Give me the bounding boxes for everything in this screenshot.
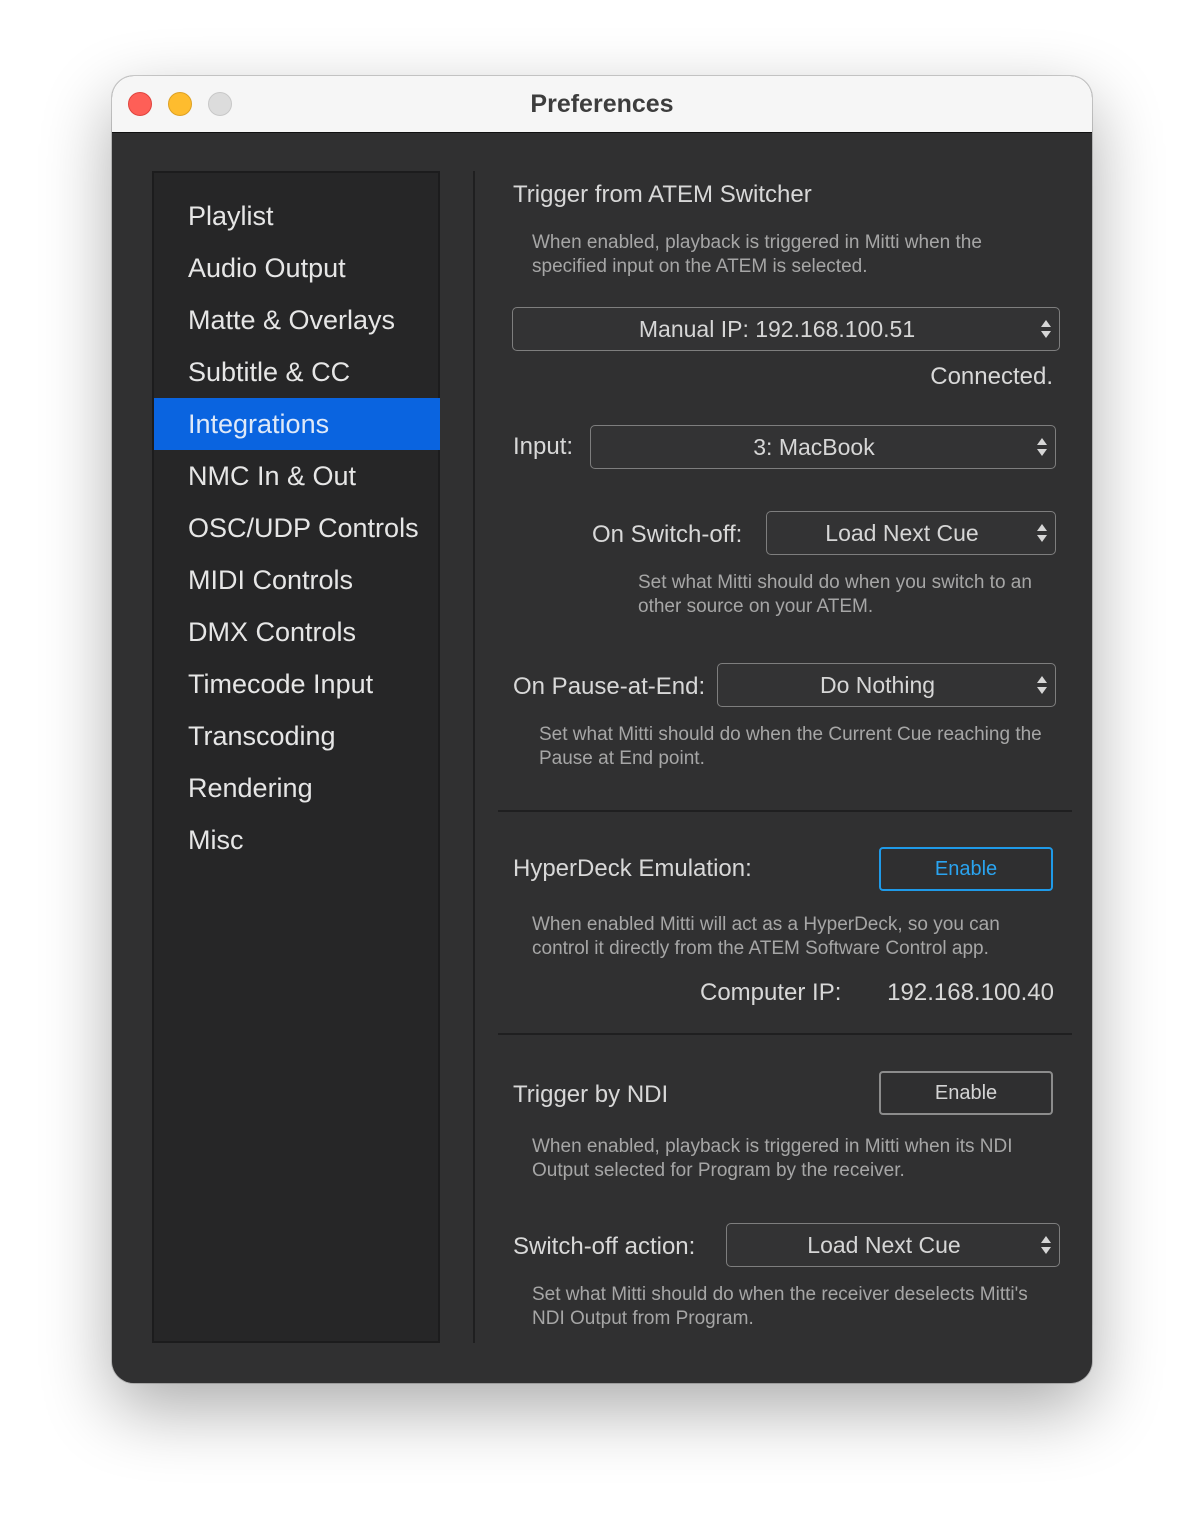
- computer-ip-value: 192.168.100.40: [887, 979, 1054, 1006]
- ndi-enable-button[interactable]: Enable: [879, 1071, 1053, 1115]
- sidebar-item-midi-controls[interactable]: MIDI Controls: [154, 554, 440, 606]
- sidebar-item-matte-overlays[interactable]: Matte & Overlays: [154, 294, 440, 346]
- atem-input-label: Input:: [513, 433, 574, 460]
- sidebar: Playlist Audio Output Matte & Overlays S…: [152, 171, 440, 1343]
- atem-pause-value: Do Nothing: [819, 672, 936, 698]
- atem-connection-status: Connected.: [930, 363, 1053, 390]
- ndi-heading: Trigger by NDI: [513, 1081, 669, 1108]
- atem-connection-select[interactable]: Manual IP: 192.168.100.51: [512, 307, 1060, 351]
- stepper-arrows-icon: [1041, 1236, 1051, 1254]
- sidebar-item-nmc-in-out[interactable]: NMC In & Out: [154, 450, 440, 502]
- atem-input-value: 3: MacBook: [753, 434, 875, 460]
- atem-pause-label: On Pause-at-End:: [513, 673, 706, 700]
- sidebar-item-transcoding[interactable]: Transcoding: [154, 710, 440, 762]
- ndi-switch-off-select[interactable]: Load Next Cue: [726, 1223, 1060, 1267]
- hyperdeck-enable-button[interactable]: Enable: [879, 847, 1053, 891]
- computer-ip-label: Computer IP:: [700, 979, 842, 1006]
- atem-switch-off-select[interactable]: Load Next Cue: [766, 511, 1056, 555]
- window-title: Preferences: [530, 90, 674, 118]
- stepper-arrows-icon: [1041, 320, 1051, 338]
- ndi-switch-off-value: Load Next Cue: [807, 1232, 961, 1258]
- hyperdeck-description: When enabled Mitti will act as a HyperDe…: [532, 914, 1000, 959]
- sidebar-item-timecode-input[interactable]: Timecode Input: [154, 658, 440, 710]
- sidebar-item-rendering[interactable]: Rendering: [154, 762, 440, 814]
- sidebar-item-misc[interactable]: Misc: [154, 814, 440, 866]
- preferences-content: Playlist Audio Output Matte & Overlays S…: [112, 133, 1092, 1383]
- section-divider: [498, 1033, 1072, 1035]
- sidebar-item-subtitle-cc[interactable]: Subtitle & CC: [154, 346, 440, 398]
- atem-switch-off-value: Load Next Cue: [825, 520, 979, 546]
- stepper-arrows-icon: [1037, 524, 1047, 542]
- ndi-switch-off-label: Switch-off action:: [513, 1233, 696, 1260]
- vertical-divider: [473, 171, 475, 1343]
- sidebar-item-integrations[interactable]: Integrations: [154, 398, 440, 450]
- atem-input-select[interactable]: 3: MacBook: [590, 425, 1056, 469]
- atem-connection-value: Manual IP: 192.168.100.51: [638, 316, 916, 342]
- atem-switch-off-label: On Switch-off:: [592, 521, 743, 548]
- hyperdeck-heading: HyperDeck Emulation:: [513, 855, 752, 882]
- sidebar-item-audio-output[interactable]: Audio Output: [154, 242, 440, 294]
- stepper-arrows-icon: [1037, 438, 1047, 456]
- preferences-window: Preferences Playlist Audio Output Matte …: [112, 76, 1092, 1383]
- atem-pause-description: Set what Mitti should do when the Curren…: [539, 724, 1042, 769]
- sidebar-item-playlist[interactable]: Playlist: [154, 190, 440, 242]
- atem-pause-select[interactable]: Do Nothing: [717, 663, 1056, 707]
- stepper-arrows-icon: [1037, 676, 1047, 694]
- sidebar-item-osc-udp-controls[interactable]: OSC/UDP Controls: [154, 502, 440, 554]
- atem-description: When enabled, playback is triggered in M…: [532, 232, 982, 277]
- ndi-description: When enabled, playback is triggered in M…: [532, 1136, 1013, 1181]
- atem-switch-off-description: Set what Mitti should do when you switch…: [638, 572, 1032, 617]
- ndi-switch-off-description: Set what Mitti should do when the receiv…: [532, 1284, 1028, 1329]
- atem-heading: Trigger from ATEM Switcher: [513, 181, 812, 208]
- title-bar: Preferences: [112, 76, 1092, 133]
- section-divider: [498, 810, 1072, 812]
- sidebar-item-dmx-controls[interactable]: DMX Controls: [154, 606, 440, 658]
